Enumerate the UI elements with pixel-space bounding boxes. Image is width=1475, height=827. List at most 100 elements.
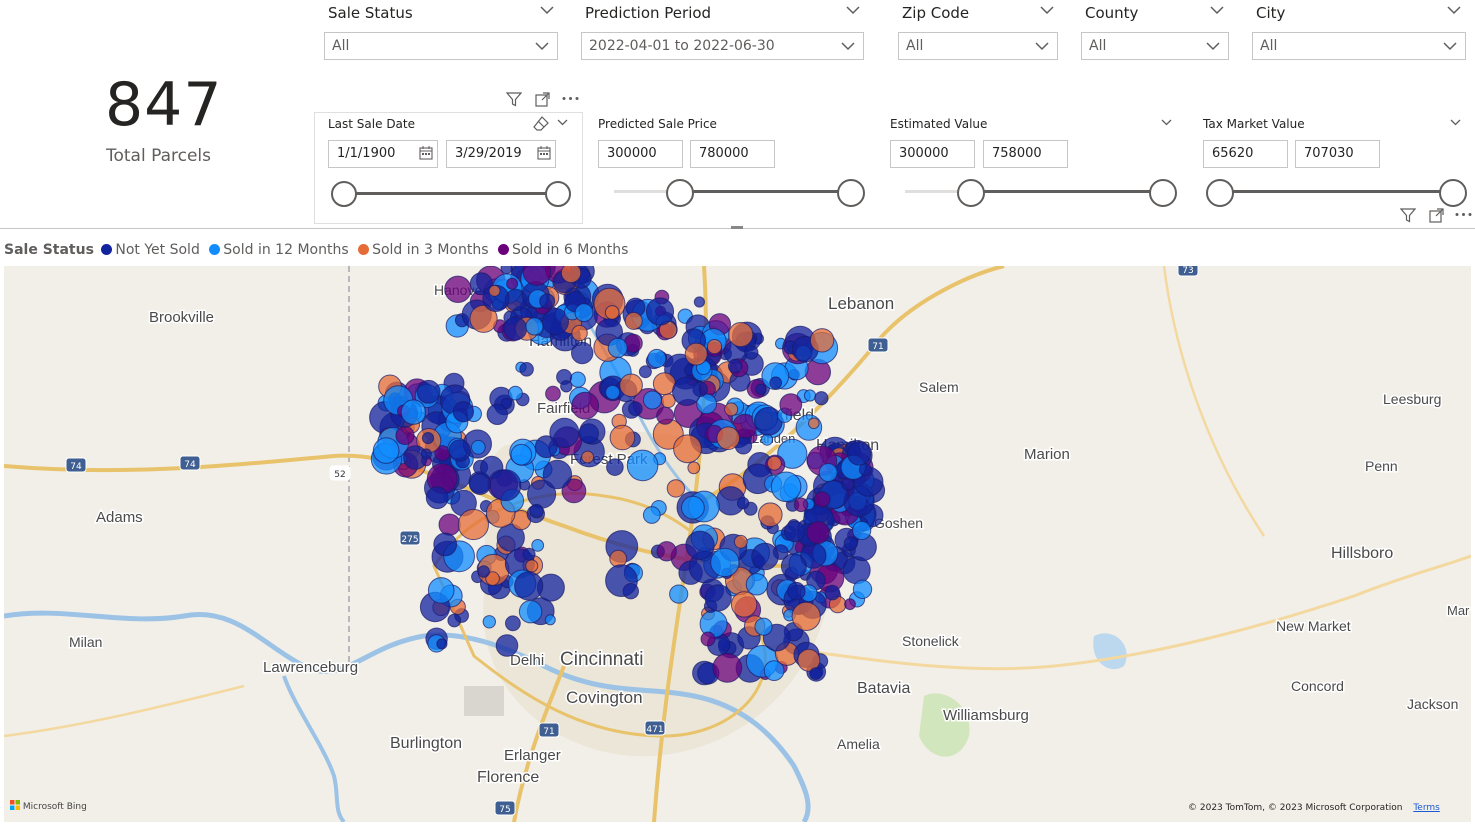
parcel-bubble[interactable] (642, 390, 662, 410)
parcel-bubble[interactable] (622, 583, 639, 600)
parcel-bubble[interactable] (626, 449, 659, 482)
parcel-bubble[interactable] (647, 348, 667, 369)
parcel-bubble[interactable] (745, 573, 769, 596)
parcel-bubble[interactable] (457, 508, 489, 541)
parcel-bubble[interactable] (571, 324, 588, 342)
parcel-bubble[interactable] (607, 337, 628, 358)
parcel-bubble[interactable] (372, 437, 400, 464)
parcel-bubble[interactable] (488, 284, 501, 297)
parcel-bubble[interactable] (766, 455, 782, 471)
parcel-bubble[interactable] (519, 362, 534, 377)
chevron-down-icon[interactable] (1161, 119, 1172, 126)
focus-mode-icon[interactable] (535, 92, 550, 107)
last-sale-date-min-handle[interactable] (331, 181, 357, 207)
parcel-bubble[interactable] (500, 266, 513, 275)
estimated-value-from-input[interactable]: 300000 (890, 140, 975, 168)
estimated-value-to-input[interactable]: 758000 (983, 140, 1068, 168)
chevron-down-icon[interactable] (846, 6, 860, 15)
parcel-bubble[interactable] (436, 638, 448, 650)
parcel-bubble[interactable] (609, 424, 636, 451)
parcel-bubble[interactable] (809, 667, 823, 681)
last-sale-date-max-handle[interactable] (545, 181, 571, 207)
parcel-bubble[interactable] (793, 497, 809, 513)
predicted-sale-price-max-handle[interactable] (837, 179, 865, 207)
parcel-bubble[interactable] (645, 297, 675, 326)
parcel-bubble[interactable] (758, 502, 783, 527)
parcel-bubble[interactable] (803, 389, 817, 402)
more-options-icon[interactable] (562, 96, 579, 101)
parcel-bubble[interactable] (505, 615, 521, 632)
prediction-period-dropdown[interactable]: 2022-04-01 to 2022-06-30 (581, 32, 864, 60)
filter-icon[interactable] (506, 92, 522, 107)
sale-status-dropdown[interactable]: All (324, 32, 558, 60)
parcel-bubble[interactable] (852, 520, 872, 541)
parcel-bubble[interactable] (482, 615, 496, 629)
parcel-bubble[interactable] (508, 385, 523, 401)
parcel-bubble[interactable] (525, 559, 539, 573)
parcel-bubble[interactable] (486, 403, 508, 426)
parcel-bubble[interactable] (510, 443, 533, 466)
predicted-sale-price-from-input[interactable]: 300000 (598, 140, 683, 168)
zip-code-dropdown[interactable]: All (898, 32, 1058, 60)
parcel-bubble[interactable] (544, 614, 556, 626)
parcel-bubble[interactable] (824, 584, 841, 601)
parcel-bubble[interactable] (444, 275, 472, 303)
parcel-bubble[interactable] (539, 293, 556, 310)
tax-market-value-from-input[interactable]: 65620 (1203, 140, 1288, 168)
parcel-bubble[interactable] (560, 380, 573, 393)
parcel-bubble[interactable] (656, 406, 675, 425)
parcel-bubble[interactable] (425, 486, 449, 510)
parcel-bubble[interactable] (605, 384, 621, 400)
parcel-bubble[interactable] (448, 439, 471, 462)
estimated-value-max-handle[interactable] (1149, 179, 1177, 207)
predicted-sale-price-min-handle[interactable] (666, 179, 694, 207)
tax-market-value-min-handle[interactable] (1206, 179, 1234, 207)
parcel-bubble[interactable] (395, 425, 415, 445)
parcel-bubble[interactable] (489, 469, 522, 502)
parcel-bubble[interactable] (744, 345, 759, 360)
parcel-bubble[interactable] (427, 577, 455, 604)
parcel-bubble[interactable] (779, 393, 803, 417)
chevron-down-icon[interactable] (1450, 119, 1461, 126)
chevron-down-icon[interactable] (1210, 6, 1224, 15)
parcel-bubble[interactable] (574, 303, 594, 323)
county-dropdown[interactable]: All (1081, 32, 1229, 60)
parcel-bubble[interactable] (420, 448, 432, 460)
parcel-bubble[interactable] (656, 541, 677, 562)
parcel-bubble[interactable] (681, 495, 705, 520)
parcel-bubble[interactable] (447, 613, 462, 628)
resize-handle[interactable] (731, 226, 743, 229)
parcel-bubble[interactable] (706, 339, 723, 355)
parcel-bubble[interactable] (852, 579, 873, 599)
parcel-bubble[interactable] (470, 439, 486, 455)
parcel-bubble[interactable] (545, 385, 561, 402)
parcel-bubble[interactable] (687, 461, 701, 475)
parcel-bubble[interactable] (619, 373, 643, 398)
filter-icon[interactable] (1400, 208, 1416, 223)
parcel-bubble[interactable] (684, 342, 708, 366)
parcel-bubble[interactable] (818, 463, 838, 482)
legend-item-sold-3-months[interactable]: Sold in 3 Months (355, 242, 489, 258)
parcel-bubble[interactable] (704, 584, 732, 612)
parcel-bubble[interactable] (569, 371, 586, 388)
parcel-bubble[interactable] (673, 434, 702, 464)
parcel-bubble[interactable] (624, 311, 643, 330)
estimated-value-min-handle[interactable] (957, 179, 985, 207)
parcel-bubble[interactable] (712, 652, 743, 683)
terms-link[interactable]: Terms (1413, 803, 1440, 813)
parcel-bubble[interactable] (571, 391, 600, 420)
parcel-bubble[interactable] (606, 458, 624, 476)
chevron-down-icon[interactable] (540, 6, 554, 15)
city-dropdown[interactable]: All (1252, 32, 1466, 60)
focus-mode-icon[interactable] (1429, 208, 1444, 223)
parcel-bubble[interactable] (751, 542, 779, 571)
parcel-bubble[interactable] (724, 402, 739, 417)
parcel-bubble[interactable] (700, 631, 716, 647)
parcel-bubble[interactable] (506, 277, 519, 290)
parcel-bubble[interactable] (642, 506, 661, 524)
parcel-bubble[interactable] (518, 600, 543, 624)
parcel-bubble[interactable] (710, 547, 740, 578)
parcel-bubble[interactable] (761, 433, 774, 446)
parcel-bubble[interactable] (503, 316, 528, 341)
parcel-bubble[interactable] (581, 450, 594, 464)
